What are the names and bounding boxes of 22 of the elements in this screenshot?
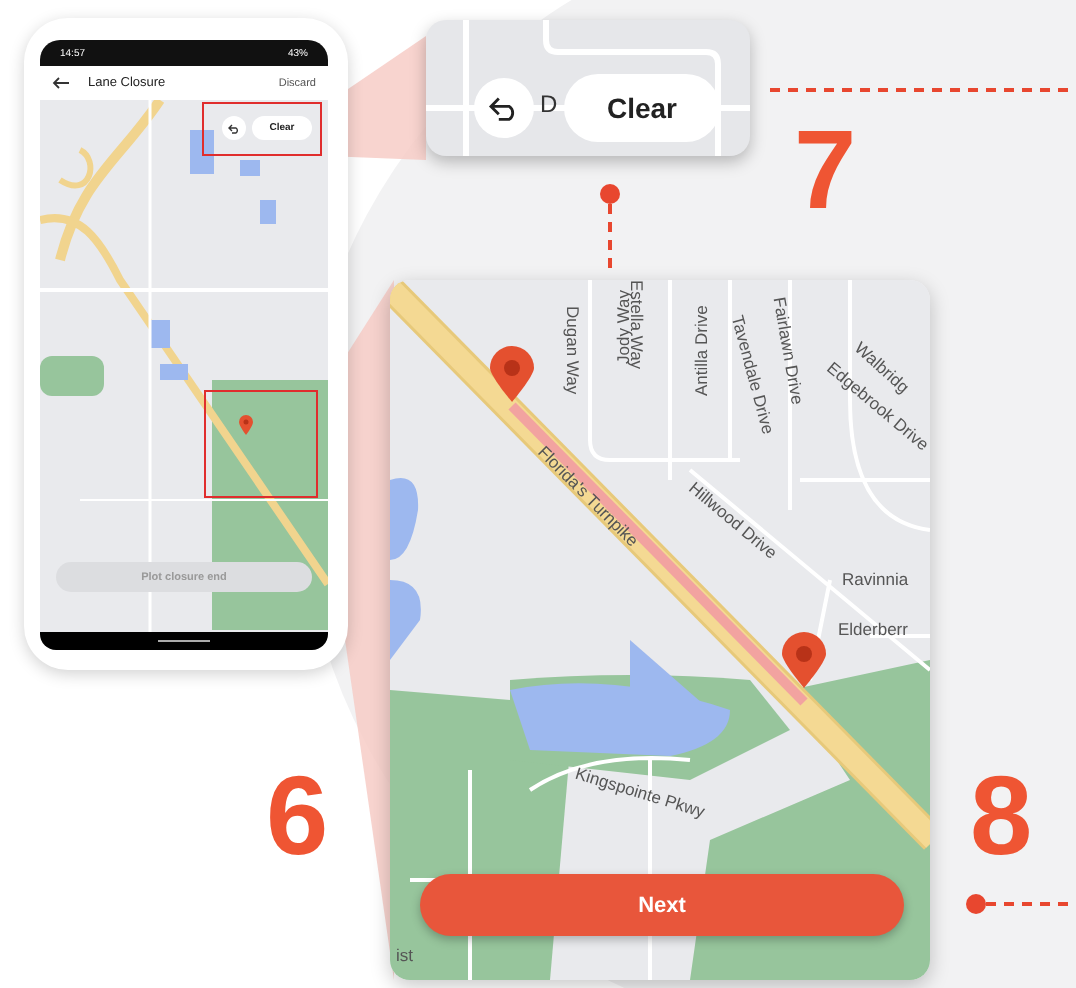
street-label: Ravinnia — [842, 568, 909, 589]
street-label: Elderberr — [838, 618, 908, 639]
home-indicator — [158, 639, 210, 643]
map-pin-icon — [782, 632, 826, 688]
street-label: Dugan Way — [563, 306, 584, 395]
street-label: ist — [396, 944, 413, 965]
step-number: 8 — [970, 760, 1033, 872]
map-pin-icon — [238, 414, 254, 436]
step-number: 7 — [794, 114, 857, 226]
highlight-frame — [204, 390, 318, 498]
street-label: Fairlawn Drive — [769, 295, 808, 406]
undo-icon — [228, 123, 240, 133]
step-number: 6 — [266, 760, 329, 872]
next-button[interactable]: Next — [420, 874, 904, 936]
clear-button[interactable]: Clear — [564, 74, 720, 142]
highlight-frame — [202, 102, 322, 156]
undo-button[interactable] — [474, 78, 534, 138]
street-label: Antilla Drive — [690, 305, 711, 396]
back-arrow-icon[interactable] — [52, 76, 70, 90]
map-label: D — [540, 90, 558, 118]
map-pin-icon — [490, 346, 534, 402]
undo-icon — [488, 95, 520, 121]
